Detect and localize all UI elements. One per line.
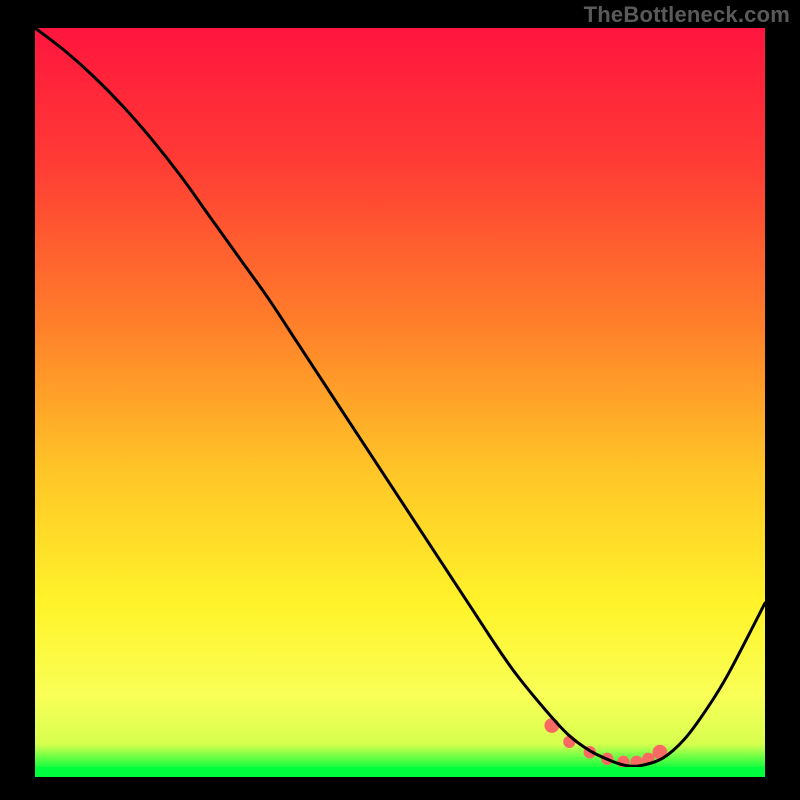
chart-container: TheBottleneck.com (0, 0, 800, 800)
watermark-label: TheBottleneck.com (584, 2, 790, 28)
gradient-background (35, 28, 765, 770)
bottleneck-chart (0, 0, 800, 800)
green-baseline-strip (35, 767, 765, 777)
